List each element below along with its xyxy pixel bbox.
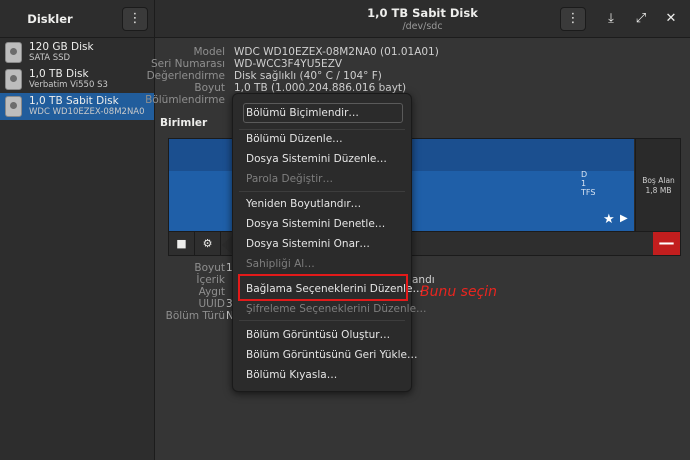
partition-menu-popover: Bölümü Biçimlendir… Bölümü Düzenle… Dosy… xyxy=(232,93,427,392)
menu-item-change-passphrase[interactable]: Parola Değiştir… xyxy=(246,173,333,185)
popover-arrow xyxy=(222,236,232,254)
menu-item-restore-image[interactable]: Bölüm Görüntüsünü Geri Yükle… xyxy=(246,349,418,361)
annotation-text: Bunu seçin xyxy=(420,284,498,300)
close-icon: ✕ xyxy=(665,11,677,26)
partition-settings-button[interactable]: ⚙ xyxy=(195,232,221,256)
serial-value: WD-WCC3F4YU5EZV xyxy=(234,58,343,70)
part-size-label: Boyut xyxy=(194,262,225,274)
part-uuid-label: UUID xyxy=(198,298,225,310)
minus-icon: — xyxy=(658,233,675,252)
close-button[interactable]: ✕ xyxy=(658,7,684,31)
hard-disk-icon xyxy=(5,42,22,63)
partitioning-label: Bölümlendirme xyxy=(145,94,225,106)
partition-text: 1 xyxy=(581,179,587,188)
star-icon: ★ xyxy=(603,212,615,227)
assessment-value: Disk sağlıklı (40° C / 104° F) xyxy=(234,70,382,82)
menu-item-check-filesystem[interactable]: Dosya Sistemini Denetle… xyxy=(246,218,385,230)
menu-separator xyxy=(239,129,405,130)
menu-item-take-ownership[interactable]: Sahipliği Al… xyxy=(246,258,315,270)
size-label: Boyut xyxy=(194,82,225,94)
menu-item-format-partition[interactable]: Bölümü Biçimlendir… xyxy=(246,107,359,119)
assessment-label: Değerlendirme xyxy=(146,70,225,82)
serial-label: Seri Numarası xyxy=(150,58,225,70)
delete-partition-button[interactable]: — xyxy=(653,232,680,255)
menu-item-edit-partition[interactable]: Bölümü Düzenle… xyxy=(246,133,343,145)
partition-text: TFS xyxy=(581,188,596,197)
menu-item-resize[interactable]: Yeniden Boyutlandır… xyxy=(246,198,361,210)
app-menu-button[interactable]: ⋮ xyxy=(122,7,148,31)
free-space-size: 1,8 MB xyxy=(645,186,672,195)
menu-item-create-image[interactable]: Bölüm Görüntüsü Oluştur… xyxy=(246,329,390,341)
part-type-label: Bölüm Türü xyxy=(165,310,225,322)
sidebar-header: Diskler ⋮ xyxy=(0,0,155,38)
model-label: Model xyxy=(193,46,225,58)
disk-model: SATA SSD xyxy=(29,53,71,63)
sidebar-title: Diskler xyxy=(27,12,73,26)
menu-item-edit-filesystem[interactable]: Dosya Sistemini Düzenle… xyxy=(246,153,387,165)
hard-disk-icon xyxy=(5,96,22,117)
fullscreen-button[interactable]: ⤢ xyxy=(628,7,654,31)
vertical-dots-icon: ⋮ xyxy=(566,11,580,26)
free-space-block[interactable]: Boş Alan 1,8 MB xyxy=(635,139,680,231)
menu-separator xyxy=(239,191,405,192)
gears-icon: ⚙ xyxy=(202,237,213,250)
disk-menu-button[interactable]: ⋮ xyxy=(560,7,586,31)
stop-icon: ■ xyxy=(176,237,187,250)
menu-separator xyxy=(239,320,405,321)
disk-list-item[interactable]: 1,0 TB Disk Verbatim Vi550 S3 xyxy=(0,66,154,93)
menu-item-repair-filesystem[interactable]: Dosya Sistemini Onar… xyxy=(246,238,370,250)
download-icon: ⤓ xyxy=(608,11,614,26)
model-value: WDC WD10EZEX-08M2NA0 (01.01A01) xyxy=(234,46,439,58)
main-header: 1,0 TB Sabit Disk /dev/sdc ⋮ ⤓ ⤢ ✕ xyxy=(155,0,690,38)
menu-item-benchmark[interactable]: Bölümü Kıyasla… xyxy=(246,369,337,381)
play-icon: ▶ xyxy=(620,213,628,224)
vertical-dots-icon: ⋮ xyxy=(128,11,142,26)
part-device-label: Aygıt xyxy=(198,286,225,298)
disk-sidebar: 120 GB Disk SATA SSD 1,0 TB Disk Verbati… xyxy=(0,38,155,460)
part-content-label: İçerik xyxy=(196,274,225,286)
partition-text: D xyxy=(581,170,588,179)
annotation-highlight-box xyxy=(238,274,408,301)
menu-item-edit-encryption-options[interactable]: Şifreleme Seçeneklerini Düzenle… xyxy=(246,303,427,315)
unmount-button[interactable]: ■ xyxy=(169,232,195,256)
disk-name: 1,0 TB Disk xyxy=(29,68,89,80)
free-space-label: Boş Alan xyxy=(642,176,675,185)
disk-list-item-selected[interactable]: 1,0 TB Sabit Disk WDC WD10EZEX-08M2NA0 xyxy=(0,93,154,120)
fullscreen-icon: ⤢ xyxy=(635,11,647,26)
eject-button[interactable]: ⤓ xyxy=(598,7,624,31)
disk-model: WDC WD10EZEX-08M2NA0 xyxy=(29,107,145,117)
disk-list-item[interactable]: 120 GB Disk SATA SSD xyxy=(0,39,154,66)
hard-disk-icon xyxy=(5,69,22,90)
disk-name: 120 GB Disk xyxy=(29,41,94,53)
volumes-title: Birimler xyxy=(160,117,208,129)
disk-model: Verbatim Vi550 S3 xyxy=(29,80,108,90)
disk-name: 1,0 TB Sabit Disk xyxy=(29,95,119,107)
